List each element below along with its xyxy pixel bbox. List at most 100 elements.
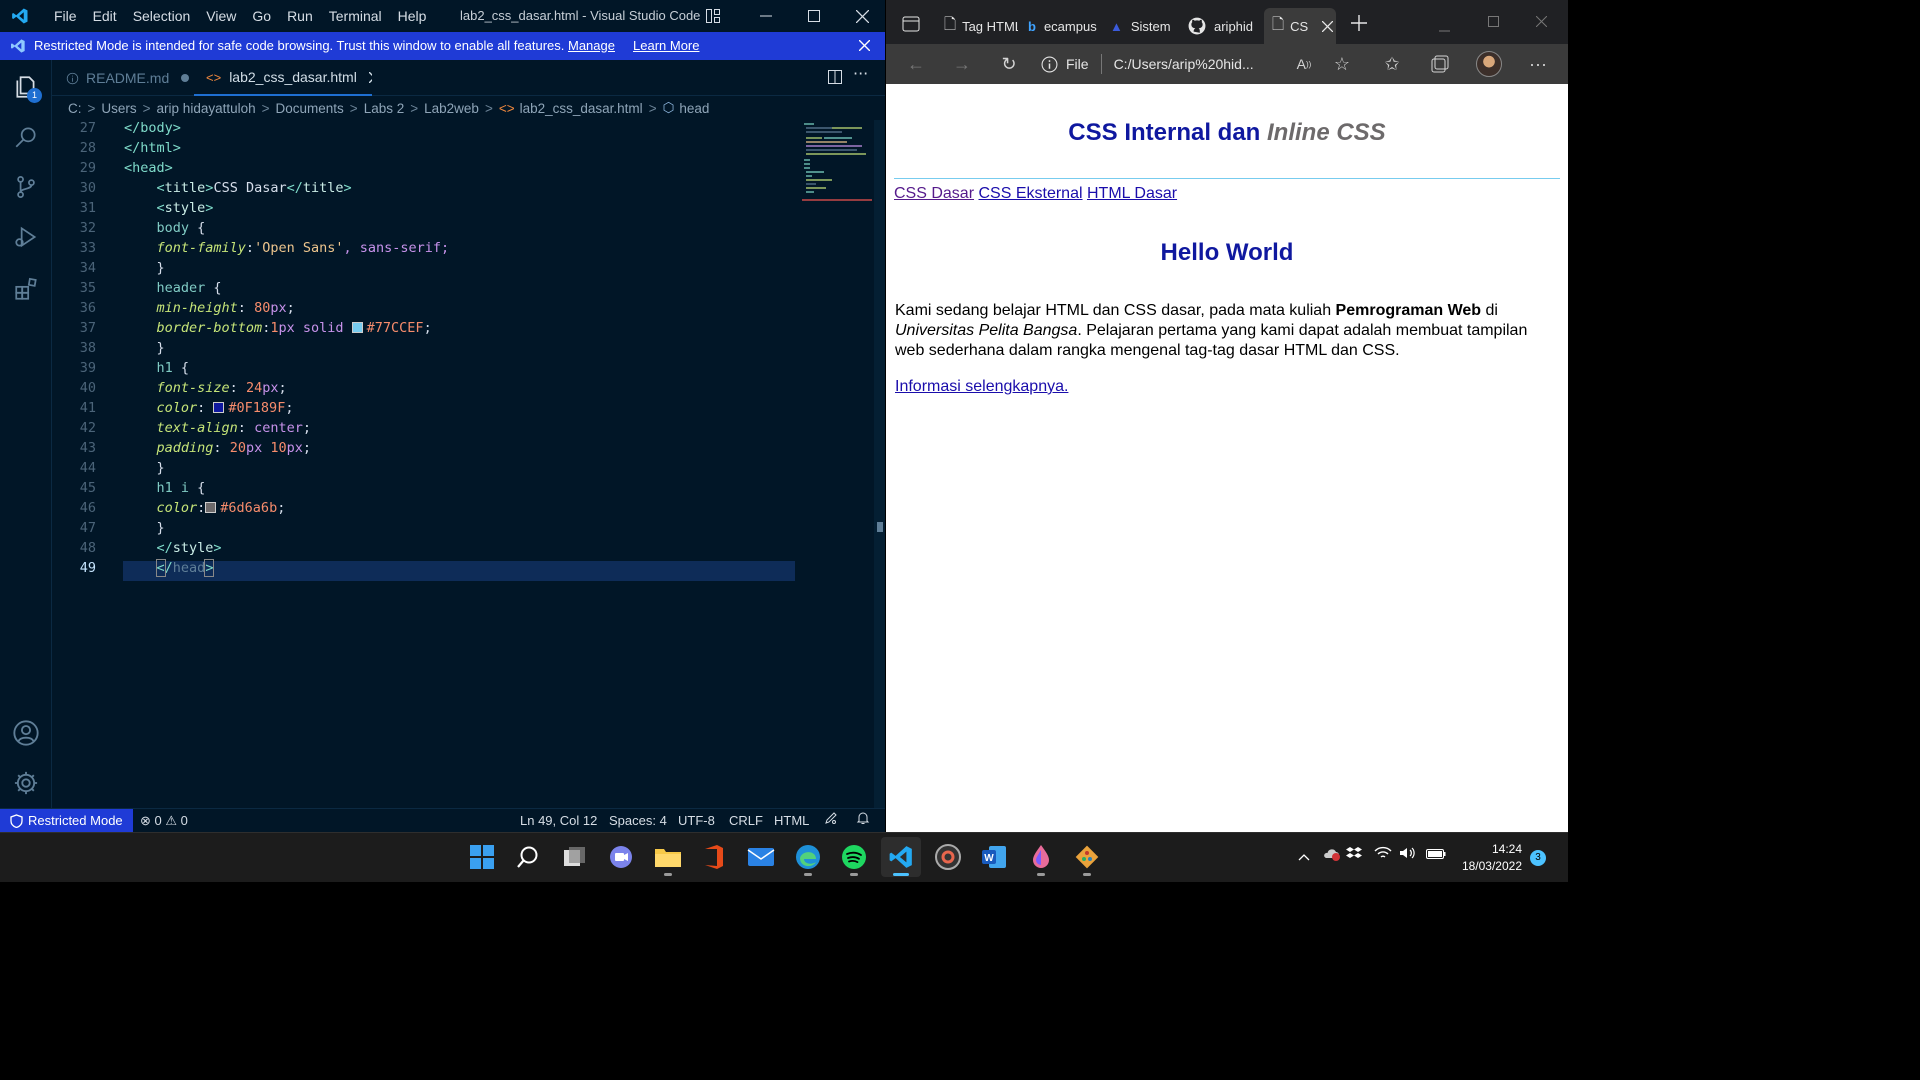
scroll-thumb[interactable]: [877, 522, 883, 532]
browser-tab-2[interactable]: b ecampus: [1022, 8, 1100, 44]
extensions-icon[interactable]: [0, 264, 52, 314]
menu-file[interactable]: File: [46, 0, 85, 32]
tab-close-icon[interactable]: [1322, 20, 1334, 32]
media-icon[interactable]: [928, 837, 968, 877]
file-explorer-icon[interactable]: [648, 837, 688, 877]
browser-close-button[interactable]: [1535, 15, 1548, 30]
browser-tab-4[interactable]: ariphid: [1184, 8, 1264, 44]
vertical-scrollbar[interactable]: [874, 120, 885, 808]
status-spaces[interactable]: Spaces: 4: [609, 809, 667, 832]
banner-learn-more-link[interactable]: Learn More: [633, 38, 699, 53]
color-swatch[interactable]: [213, 402, 225, 413]
tab-close-icon[interactable]: [368, 71, 372, 83]
browser-tab-active[interactable]: 🗋 CS: [1264, 8, 1336, 44]
tray-overflow-chevron-icon[interactable]: [1298, 850, 1310, 864]
mail-icon[interactable]: [741, 837, 781, 877]
close-button[interactable]: [839, 0, 885, 32]
minimap[interactable]: [802, 120, 872, 202]
refresh-icon[interactable]: ↻: [993, 50, 1025, 78]
crumb-documents[interactable]: Documents: [276, 101, 344, 116]
layout-icon[interactable]: [690, 0, 736, 32]
onedrive-error-icon[interactable]: [1322, 847, 1340, 864]
menu-edit[interactable]: Edit: [85, 0, 125, 32]
status-language[interactable]: HTML: [774, 809, 809, 832]
settings-more-icon[interactable]: ···: [1522, 50, 1554, 78]
vscode-icon[interactable]: [881, 837, 921, 877]
notifications-bell-icon[interactable]: [856, 809, 870, 832]
back-icon[interactable]: ←: [900, 50, 932, 78]
browser-tab-1[interactable]: 🗋 Tag HTML: [938, 8, 1018, 44]
crumb-file[interactable]: lab2_css_dasar.html: [520, 101, 643, 116]
explorer-icon[interactable]: 1: [0, 62, 52, 112]
search-icon[interactable]: [0, 112, 52, 162]
search-icon[interactable]: [508, 837, 548, 877]
dropbox-icon[interactable]: [1346, 846, 1362, 863]
color-swatch[interactable]: [205, 502, 217, 513]
battery-icon[interactable]: [1426, 848, 1446, 862]
tab-actions-icon[interactable]: [902, 16, 920, 35]
menu-view[interactable]: View: [198, 0, 244, 32]
browser-maximize-button[interactable]: [1488, 15, 1499, 30]
status-position[interactable]: Ln 49, Col 12: [520, 809, 597, 832]
accounts-icon[interactable]: [0, 708, 52, 758]
more-info-link[interactable]: Informasi selengkapnya.: [895, 378, 1068, 395]
more-actions-icon[interactable]: ···: [853, 64, 868, 83]
menu-terminal[interactable]: Terminal: [321, 0, 390, 32]
crumb-user[interactable]: arip hidayattuloh: [157, 101, 256, 116]
clock[interactable]: 14:24 18/03/2022: [1454, 841, 1522, 875]
task-view-icon[interactable]: [555, 837, 595, 877]
nav-link-css-dasar[interactable]: CSS Dasar: [894, 185, 974, 202]
status-eol[interactable]: CRLF: [729, 809, 763, 832]
crumb-lab2web[interactable]: Lab2web: [424, 101, 479, 116]
tab-readme[interactable]: README.md: [52, 60, 192, 96]
source-control-icon[interactable]: [0, 162, 52, 212]
crumb-symbol[interactable]: head: [679, 101, 709, 116]
banner-close-icon[interactable]: [859, 40, 870, 51]
word-icon[interactable]: W: [974, 837, 1014, 877]
read-aloud-icon[interactable]: A)): [1288, 50, 1320, 78]
crumb-drive[interactable]: C:: [68, 101, 82, 116]
notification-badge[interactable]: 3: [1530, 850, 1546, 866]
spotify-icon[interactable]: [834, 837, 874, 877]
paint-icon[interactable]: [1021, 837, 1061, 877]
menu-go[interactable]: Go: [244, 0, 279, 32]
split-editor-icon[interactable]: [827, 69, 843, 89]
wifi-icon[interactable]: [1374, 846, 1392, 863]
menu-run[interactable]: Run: [279, 0, 321, 32]
feedback-icon[interactable]: [824, 809, 838, 832]
nav-link-html-dasar[interactable]: HTML Dasar: [1087, 185, 1177, 202]
office-icon[interactable]: [694, 837, 734, 877]
git-icon[interactable]: [1067, 837, 1107, 877]
browser-minimize-button[interactable]: [1439, 20, 1450, 35]
chat-icon[interactable]: [601, 837, 641, 877]
browser-tab-3[interactable]: ▲ Sistem: [1104, 8, 1182, 44]
crumb-labs2[interactable]: Labs 2: [364, 101, 405, 116]
status-problems[interactable]: ⊗ 0 ⚠ 0: [140, 809, 188, 832]
vscode-window: File Edit Selection View Go Run Terminal…: [0, 0, 885, 832]
start-icon[interactable]: [462, 837, 502, 877]
crumb-users[interactable]: Users: [101, 101, 136, 116]
menu-help[interactable]: Help: [390, 0, 435, 32]
color-swatch[interactable]: [351, 322, 363, 333]
status-restricted-mode[interactable]: Restricted Mode: [0, 809, 133, 832]
favorites-icon[interactable]: ✩: [1376, 50, 1408, 78]
forward-icon[interactable]: →: [946, 50, 978, 78]
tab-lab2-css-dasar[interactable]: <> lab2_css_dasar.html: [194, 60, 372, 96]
line-number: 40: [79, 380, 96, 396]
add-favorite-icon[interactable]: ☆: [1326, 50, 1358, 78]
collections-icon[interactable]: [1424, 50, 1456, 78]
code-editor[interactable]: 27 28 29 30 31 32 33 34 35 36 37 38 39 40 41 42 43 44 45 46…: [52, 120, 885, 808]
minimize-button[interactable]: [743, 0, 789, 32]
run-debug-icon[interactable]: [0, 212, 52, 262]
status-encoding[interactable]: UTF-8: [678, 809, 715, 832]
new-tab-icon[interactable]: [1351, 15, 1367, 34]
settings-gear-icon[interactable]: [0, 758, 52, 808]
nav-link-css-eksternal[interactable]: CSS Eksternal: [978, 185, 1082, 202]
menu-selection[interactable]: Selection: [125, 0, 199, 32]
browser-tab-active-label: CS: [1290, 18, 1309, 34]
avatar[interactable]: [1473, 50, 1505, 78]
banner-manage-link[interactable]: Manage: [568, 38, 615, 53]
maximize-button[interactable]: [791, 0, 837, 32]
volume-icon[interactable]: [1399, 846, 1417, 863]
edge-icon[interactable]: [788, 837, 828, 877]
